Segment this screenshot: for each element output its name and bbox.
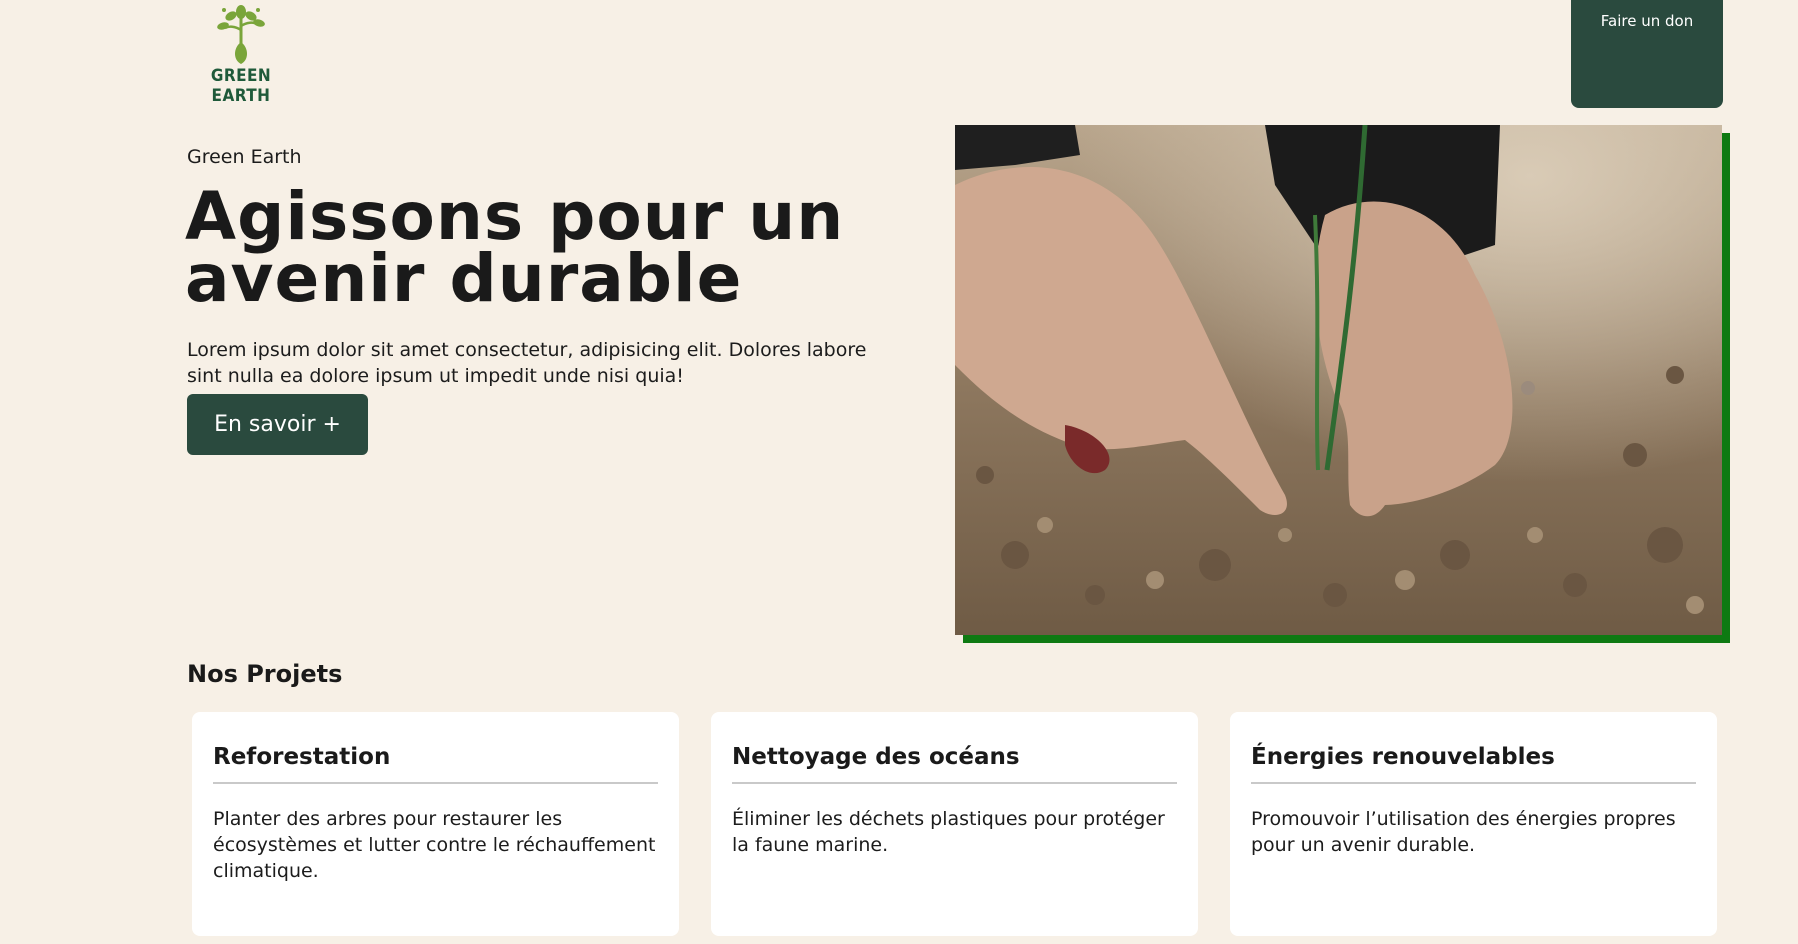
planting-photo-illustration	[955, 125, 1722, 635]
project-card-text: Promouvoir l’utilisation des énergies pr…	[1251, 808, 1676, 856]
project-card-text: Éliminer les déchets plastiques pour pro…	[732, 808, 1165, 856]
hero-image	[955, 125, 1722, 635]
donate-button[interactable]: Faire un don	[1571, 0, 1723, 108]
project-card-title: Reforestation	[213, 744, 658, 784]
project-card-reforestation[interactable]: Reforestation Planter des arbres pour re…	[192, 712, 679, 936]
project-card-renewable-energy[interactable]: Énergies renouvelables Promouvoir l’util…	[1230, 712, 1717, 936]
project-card-title: Énergies renouvelables	[1251, 744, 1696, 784]
hero-title: Agissons pour un avenir durable	[185, 178, 845, 317]
project-card-title: Nettoyage des océans	[732, 744, 1177, 784]
learn-more-button[interactable]: En savoir +	[187, 394, 368, 455]
sprout-icon	[217, 5, 265, 64]
project-card-ocean-cleanup[interactable]: Nettoyage des océans Éliminer les déchet…	[711, 712, 1198, 936]
hero-eyebrow: Green Earth	[187, 146, 302, 168]
project-card-text: Planter des arbres pour restaurer les éc…	[213, 808, 656, 882]
hero-description: Lorem ipsum dolor sit amet consectetur, …	[187, 339, 867, 387]
logo-text: GREEN EARTH	[210, 66, 272, 106]
logo[interactable]: GREEN EARTH	[186, 2, 296, 106]
projects-cards: Reforestation Planter des arbres pour re…	[192, 712, 1720, 936]
projects-section-title: Nos Projets	[187, 660, 343, 688]
